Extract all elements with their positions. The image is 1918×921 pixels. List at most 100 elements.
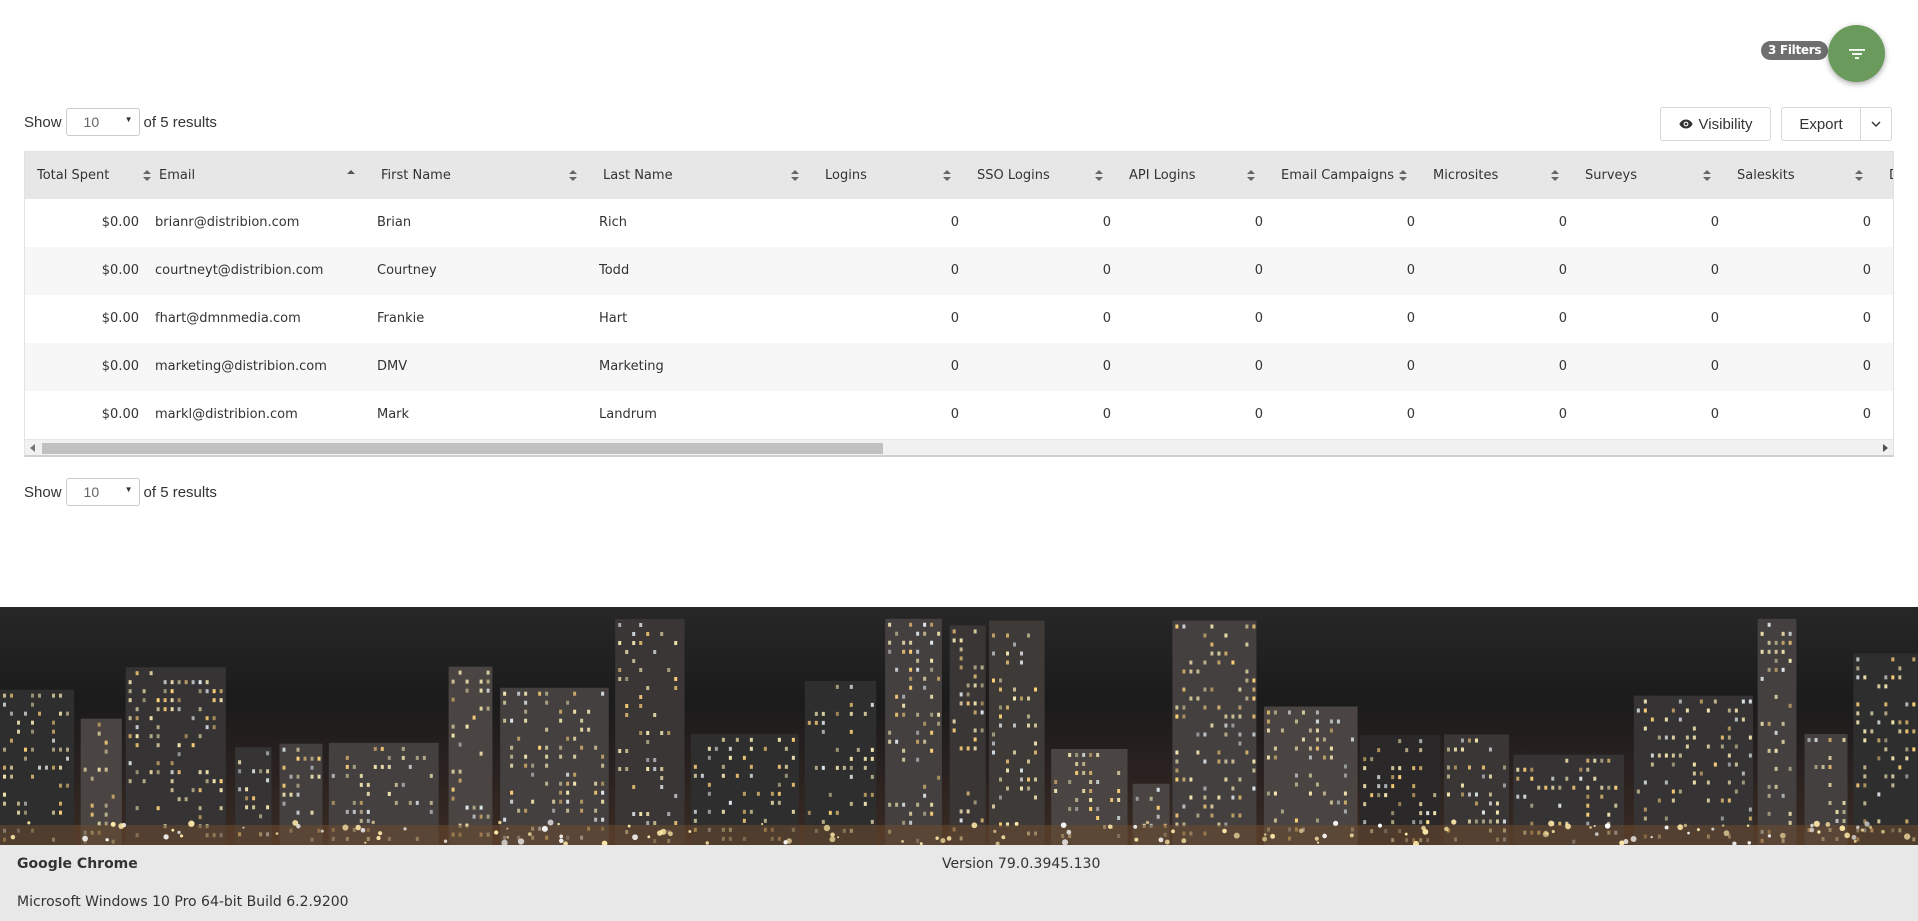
sort-asc-icon[interactable] bbox=[347, 169, 355, 182]
table-cell: 0 bbox=[1254, 311, 1263, 326]
table-cell: 0 bbox=[1102, 311, 1111, 326]
table-cell: 0 bbox=[1558, 359, 1567, 374]
column-header-logins[interactable]: Logins bbox=[825, 152, 951, 199]
sort-icon[interactable] bbox=[569, 169, 577, 182]
table-cell: Frankie bbox=[377, 311, 425, 326]
table-cell: 0 bbox=[1862, 215, 1871, 230]
table-row[interactable]: $0.00 brianr@distribion.com Brian Rich 0 0 0 0 0… bbox=[25, 199, 1893, 247]
visibility-label: Visibility bbox=[1698, 115, 1753, 133]
sort-icon[interactable] bbox=[1855, 169, 1863, 182]
sort-icon[interactable] bbox=[943, 169, 951, 182]
table-cell: 0 bbox=[1558, 311, 1567, 326]
table-cell: 0 bbox=[1102, 263, 1111, 278]
column-header-label: Email bbox=[159, 168, 196, 183]
table-cell: 0 bbox=[1710, 311, 1719, 326]
sort-icon[interactable] bbox=[143, 169, 151, 182]
pager-bottom: Show 10 ▼ of 5 results bbox=[24, 478, 217, 506]
page-size-select[interactable]: 10 ▼ bbox=[65, 478, 140, 506]
chevron-down-icon bbox=[1871, 121, 1881, 127]
horizontal-scrollbar[interactable] bbox=[25, 439, 1893, 455]
scroll-left-arrow-icon[interactable] bbox=[30, 444, 35, 452]
page-size-select[interactable]: 10 ▼ bbox=[65, 108, 140, 136]
table-cell: 0 bbox=[1406, 407, 1415, 422]
column-header-d[interactable]: D bbox=[1889, 152, 1893, 199]
table-row[interactable]: $0.00 courtneyt@distribion.com Courtney Tod… bbox=[25, 247, 1893, 295]
table-cell: 0 bbox=[950, 311, 959, 326]
table-cell: 0 bbox=[1254, 359, 1263, 374]
column-header-saleskits[interactable]: Saleskits bbox=[1737, 152, 1863, 199]
table-cell: 0 bbox=[1102, 407, 1111, 422]
table-cell: 0 bbox=[1558, 215, 1567, 230]
eye-icon bbox=[1678, 119, 1693, 129]
table-cell: $0.00 bbox=[101, 215, 139, 230]
table-header: Total Spent Email First Name Last Name Login… bbox=[25, 152, 1893, 199]
table-cell: Brian bbox=[377, 215, 412, 230]
sort-icon[interactable] bbox=[1399, 169, 1407, 182]
filter-button[interactable] bbox=[1828, 25, 1885, 82]
city-skyline-image bbox=[0, 607, 1918, 845]
column-header-label: Microsites bbox=[1433, 168, 1499, 183]
table-cell: 0 bbox=[1710, 215, 1719, 230]
export-label: Export bbox=[1799, 115, 1843, 133]
table-cell: 0 bbox=[1558, 263, 1567, 278]
column-header-sso-logins[interactable]: SSO Logins bbox=[977, 152, 1103, 199]
column-header-label: Saleskits bbox=[1737, 168, 1795, 183]
export-options-button[interactable] bbox=[1860, 107, 1892, 141]
sort-icon[interactable] bbox=[791, 169, 799, 182]
table-cell: 0 bbox=[1406, 263, 1415, 278]
column-header-total-spent[interactable]: Total Spent bbox=[37, 152, 151, 199]
table-row[interactable]: $0.00 marketing@distribion.com DMV Marketin… bbox=[25, 343, 1893, 391]
table-cell: 0 bbox=[1406, 215, 1415, 230]
table-cell: 0 bbox=[1862, 359, 1871, 374]
table-cell: Rich bbox=[599, 215, 628, 230]
table-cell: Courtney bbox=[377, 263, 437, 278]
table-cell: 0 bbox=[1254, 263, 1263, 278]
users-table: Total Spent Email First Name Last Name Login… bbox=[24, 151, 1894, 457]
scrollbar-thumb[interactable] bbox=[42, 443, 883, 454]
sort-icon[interactable] bbox=[1703, 169, 1711, 182]
show-label: Show bbox=[24, 483, 62, 501]
table-cell: 0 bbox=[1710, 263, 1719, 278]
table-cell: DMV bbox=[377, 359, 408, 374]
sort-icon[interactable] bbox=[1095, 169, 1103, 182]
column-header-label: Total Spent bbox=[37, 168, 110, 183]
table-cell: 0 bbox=[1102, 359, 1111, 374]
table-cell: $0.00 bbox=[101, 311, 139, 326]
column-header-microsites[interactable]: Microsites bbox=[1433, 152, 1559, 199]
table-cell: 0 bbox=[1254, 407, 1263, 422]
export-button[interactable]: Export bbox=[1781, 107, 1861, 141]
column-header-first-name[interactable]: First Name bbox=[381, 152, 577, 199]
os-info: Microsoft Windows 10 Pro 64-bit Build 6.… bbox=[17, 894, 349, 910]
column-header-label: API Logins bbox=[1129, 168, 1196, 183]
table-cell: Mark bbox=[377, 407, 410, 422]
column-header-api-logins[interactable]: API Logins bbox=[1129, 152, 1255, 199]
table-cell: 0 bbox=[1102, 215, 1111, 230]
column-header-last-name[interactable]: Last Name bbox=[603, 152, 799, 199]
caret-down-icon: ▼ bbox=[124, 485, 133, 494]
caret-down-icon: ▼ bbox=[124, 115, 133, 124]
column-header-email-campaigns[interactable]: Email Campaigns bbox=[1281, 152, 1407, 199]
table-cell: Marketing bbox=[599, 359, 664, 374]
column-header-email[interactable]: Email bbox=[159, 152, 355, 199]
browser-name: Google Chrome bbox=[17, 856, 138, 872]
table-cell: Hart bbox=[599, 311, 628, 326]
table-cell: marketing@distribion.com bbox=[155, 359, 327, 374]
table-cell: courtneyt@distribion.com bbox=[155, 263, 324, 278]
filter-lines-icon bbox=[1848, 48, 1865, 59]
sort-icon[interactable] bbox=[1551, 169, 1559, 182]
table-cell: 0 bbox=[1862, 263, 1871, 278]
table-cell: brianr@distribion.com bbox=[155, 215, 300, 230]
column-header-label: Last Name bbox=[603, 168, 673, 183]
scroll-right-arrow-icon[interactable] bbox=[1883, 444, 1888, 452]
table-cell: 0 bbox=[1558, 407, 1567, 422]
table-cell: 0 bbox=[1710, 407, 1719, 422]
browser-version: Version 79.0.3945.130 bbox=[942, 856, 1101, 872]
table-row[interactable]: $0.00 fhart@dmnmedia.com Frankie Hart 0 0 0 0 0 0… bbox=[25, 295, 1893, 343]
pager-top: Show 10 ▼ of 5 results bbox=[24, 108, 217, 136]
visibility-button[interactable]: Visibility bbox=[1660, 107, 1771, 141]
column-header-surveys[interactable]: Surveys bbox=[1585, 152, 1711, 199]
table-cell: 0 bbox=[1862, 407, 1871, 422]
sort-icon[interactable] bbox=[1247, 169, 1255, 182]
page-size-value: 10 bbox=[83, 484, 100, 500]
table-row[interactable]: $0.00 markl@distribion.com Mark Landrum 0 0 0 0… bbox=[25, 391, 1893, 439]
